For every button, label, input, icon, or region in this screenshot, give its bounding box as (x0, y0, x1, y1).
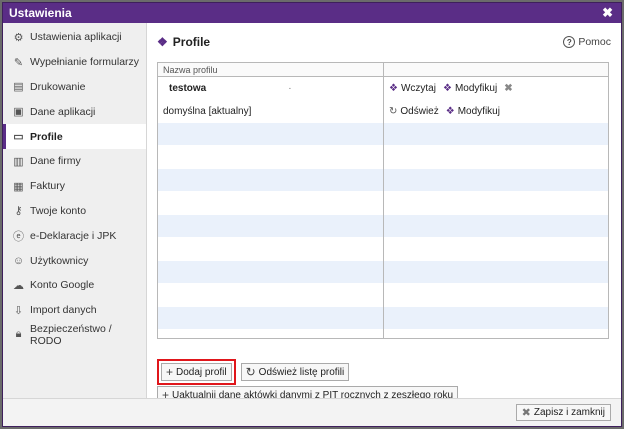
disk-icon: ▣ (13, 106, 24, 119)
table-row-actions: ↻ Odśwież ❖ Modyfikuj (384, 100, 608, 123)
refresh-icon: ↻ (389, 105, 398, 117)
pencil-icon: ✎ (13, 56, 24, 69)
page-title: ❖ Profile (157, 35, 211, 49)
plus-icon: + (166, 365, 174, 379)
profile-name: domyślna [aktualny] (163, 105, 252, 117)
e-icon: ⓔ (13, 230, 24, 243)
load-icon: ❖ (389, 82, 398, 94)
import-icon: ⇩ (13, 304, 24, 317)
table-buttons: + Dodaj profil ↻ Odśwież listę profili (157, 359, 350, 385)
modify-icon: ❖ (445, 105, 455, 117)
refresh-list-button[interactable]: ↻ Odśwież listę profili (240, 363, 350, 381)
main-panel: ❖ Profile ? Pomoc Nazwa profilu testowa … (147, 23, 621, 404)
column-header: Nazwa profilu (158, 63, 383, 77)
sidebar-item-dane-aplikacji[interactable]: ▣ Dane aplikacji (3, 99, 146, 124)
empty-row (158, 284, 383, 307)
profile-name: testowa (169, 82, 207, 94)
sidebar-item-ustawienia-aplikacji[interactable]: ⚙ Ustawienia aplikacji (3, 25, 146, 50)
profile-name-column: Nazwa profilu testowa · domyślna [aktual… (158, 63, 384, 338)
empty-row (158, 261, 383, 284)
empty-row (158, 238, 383, 261)
sidebar-item-faktury[interactable]: ▦ Faktury (3, 174, 146, 199)
sidebar-item-konto-google[interactable]: ☁ Konto Google (3, 273, 146, 298)
empty-row (384, 261, 608, 284)
profiles-table: Nazwa profilu testowa · domyślna [aktual… (157, 62, 609, 339)
refresh-button[interactable]: ↻ Odśwież (389, 106, 439, 117)
help-button[interactable]: ? Pomoc (563, 36, 611, 48)
sidebar-item-drukowanie[interactable]: ▤ Drukowanie (3, 75, 146, 100)
empty-row (384, 146, 608, 169)
gear-icon: ⚙ (13, 31, 24, 44)
sidebar-item-uzytkownicy[interactable]: ☺ Użytkownicy (3, 248, 146, 273)
empty-row (158, 307, 383, 330)
empty-row (384, 307, 608, 330)
table-row-actions: ❖ Wczytaj ❖ Modyfikuj ✖ (384, 77, 608, 100)
load-button[interactable]: ❖ Wczytaj (389, 83, 436, 94)
table-row[interactable]: domyślna [aktualny] (158, 100, 383, 123)
table-row[interactable]: testowa · (158, 77, 383, 100)
cloud-icon: ☁ (13, 279, 24, 292)
actions-column-header (384, 63, 608, 77)
sidebar-item-import-danych[interactable]: ⇩ Import danych (3, 298, 146, 323)
empty-row (158, 215, 383, 238)
folder-icon: ▭ (13, 131, 24, 144)
delete-icon[interactable]: ✖ (504, 83, 512, 94)
sidebar: ⚙ Ustawienia aplikacji ✎ Wypełnianie formu… (3, 23, 147, 398)
empty-row (384, 169, 608, 192)
row-marker: · (288, 82, 292, 94)
lock-icon: 🔒︎ (15, 328, 22, 341)
empty-row (158, 146, 383, 169)
empty-row (384, 123, 608, 146)
main-header: ❖ Profile ? Pomoc (157, 33, 611, 51)
sidebar-item-bezpieczenstwo[interactable]: 🔒︎ Bezpieczeństwo / RODO (3, 323, 146, 348)
sidebar-item-wypelnianie-formularzy[interactable]: ✎ Wypełnianie formularzy (3, 50, 146, 75)
printer-icon: ▤ (13, 81, 24, 94)
users-icon: ☺ (12, 254, 25, 267)
sidebar-item-dane-firmy[interactable]: ▥ Dane firmy (3, 149, 146, 174)
settings-dialog: Ustawienia ✖ ⚙ Ustawienia aplikacji ✎ Wype… (2, 2, 622, 427)
window-title: Ustawienia (9, 6, 72, 20)
invoice-icon: ▦ (13, 180, 24, 193)
save-close-button[interactable]: ✖ Zapisz i zamknij (515, 404, 611, 421)
refresh-icon: ↻ (245, 365, 256, 379)
sidebar-item-profile[interactable]: ▭ Profile (3, 124, 146, 149)
modify-icon: ❖ (442, 82, 452, 94)
dialog-footer: ✖ Zapisz i zamknij (3, 398, 621, 426)
dialog-body: ⚙ Ustawienia aplikacji ✎ Wypełnianie formu… (3, 23, 621, 404)
actions-column: ❖ Wczytaj ❖ Modyfikuj ✖ ↻ Odśwież ❖ Modyfiku… (384, 63, 608, 338)
empty-row (158, 169, 383, 192)
building-icon: ▥ (13, 155, 24, 168)
add-profile-button[interactable]: + Dodaj profil (161, 363, 232, 381)
highlight-box: + Dodaj profil (157, 359, 236, 385)
close-icon[interactable]: ✖ (602, 5, 613, 21)
empty-row (158, 123, 383, 146)
modify-button[interactable]: ❖ Modyfikuj (446, 106, 500, 117)
empty-row (384, 284, 608, 307)
key-icon: ⚷ (14, 205, 23, 218)
sidebar-item-twoje-konto[interactable]: ⚷ Twoje konto (3, 199, 146, 224)
modify-button[interactable]: ❖ Modyfikuj (443, 83, 497, 94)
empty-row (158, 192, 383, 215)
title-bar: Ustawienia ✖ (3, 3, 621, 23)
close-icon: ✖ (521, 407, 531, 419)
sidebar-item-e-deklaracje[interactable]: ⓔ e-Deklaracje i JPK (3, 223, 146, 248)
empty-row (384, 238, 608, 261)
question-icon: ? (563, 36, 576, 48)
empty-row (384, 215, 608, 238)
empty-row (384, 192, 608, 215)
profiles-icon: ❖ (157, 35, 168, 49)
